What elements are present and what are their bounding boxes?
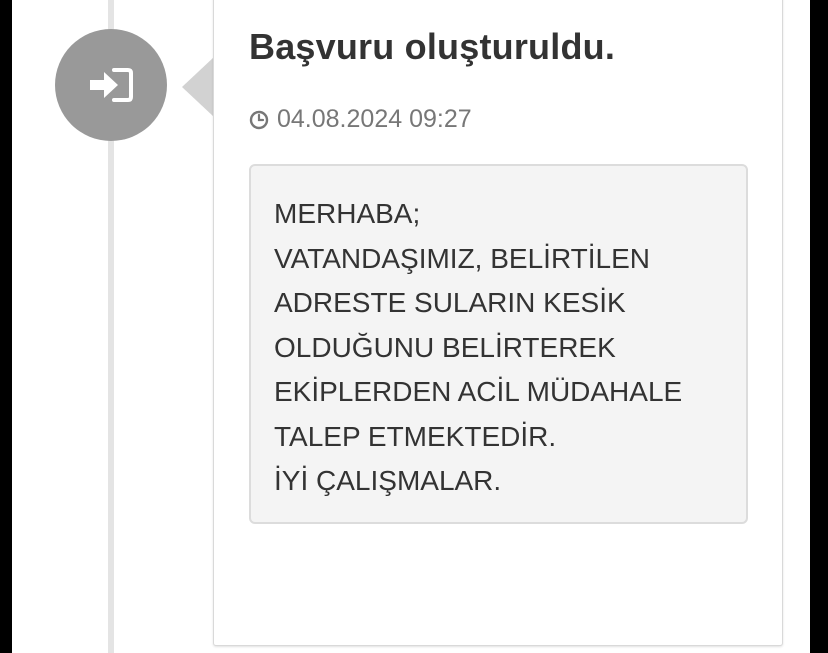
timeline-event-card: Başvuru oluşturuldu. 04.08.2024 09:27 ME… (213, 0, 783, 646)
message-line: OLDUĞUNU BELİRTEREK (274, 331, 616, 363)
message-line: EKİPLERDEN ACİL MÜDAHALE (274, 376, 683, 407)
event-title: Başvuru oluşturuldu. (249, 26, 616, 67)
message-line: MERHABA; (274, 198, 421, 229)
message-line: ADRESTE SULARIN KESİK (274, 287, 626, 318)
clock-icon (249, 110, 269, 129)
event-timestamp-row: 04.08.2024 09:27 (249, 105, 472, 134)
message-line: TALEP ETMEKTEDİR. (274, 420, 557, 452)
message-line: İYİ ÇALIŞMALAR. (274, 465, 502, 496)
timeline-screen: Başvuru oluşturuldu. 04.08.2024 09:27 ME… (12, 0, 810, 653)
sign-in-icon (90, 68, 133, 102)
timeline-event-badge (55, 29, 167, 141)
event-message-box: MERHABA; VATANDAŞIMIZ, BELİRTİLEN ADREST… (249, 164, 748, 524)
card-pointer (182, 57, 214, 117)
message-line: VATANDAŞIMIZ, BELİRTİLEN (274, 242, 651, 274)
event-timestamp: 04.08.2024 09:27 (277, 105, 472, 133)
